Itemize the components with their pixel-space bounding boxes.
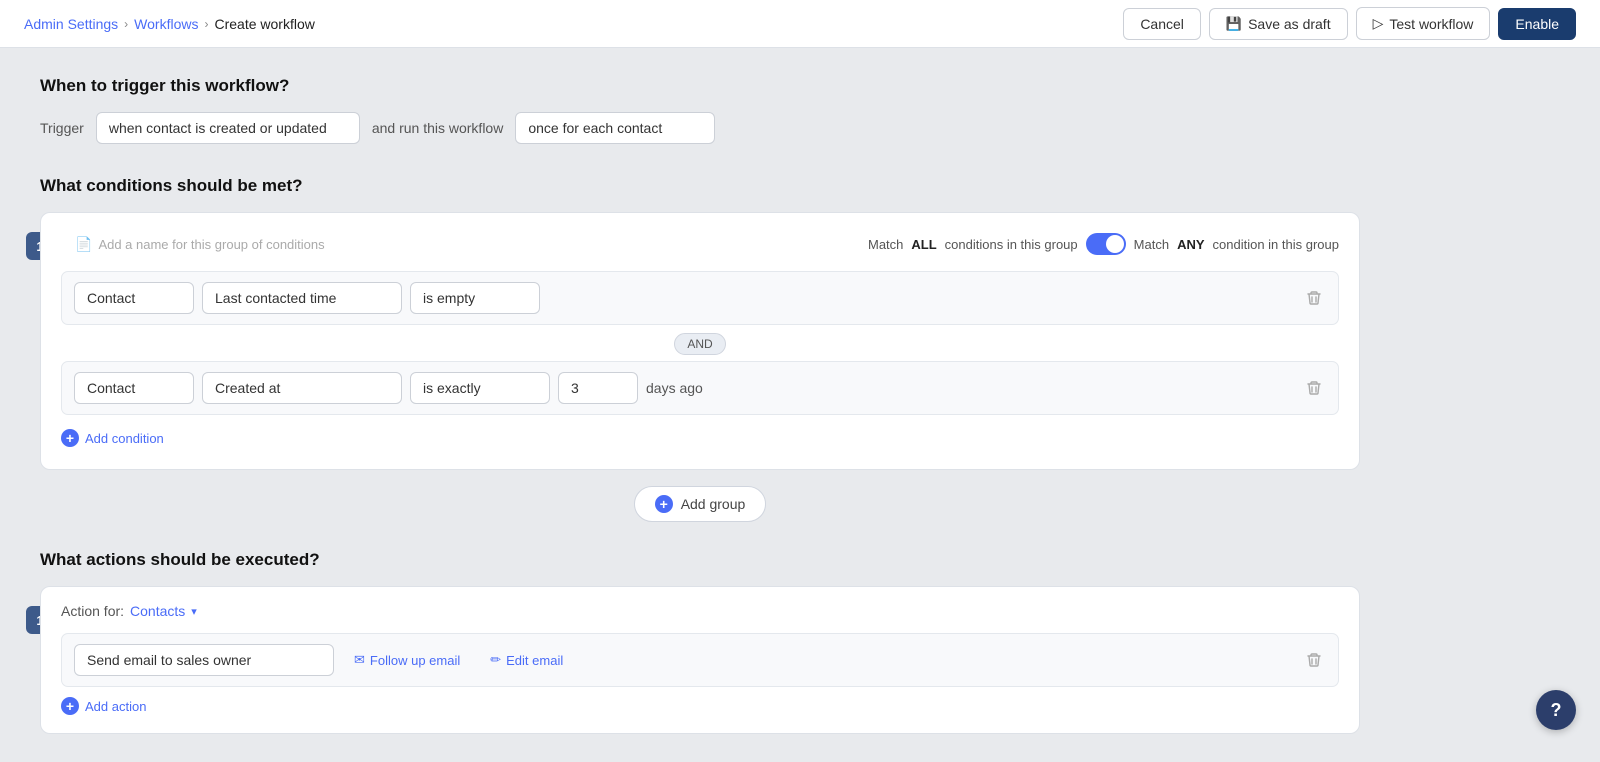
breadcrumb-current: Create workflow xyxy=(214,16,314,32)
group-name-placeholder-text: Add a name for this group of conditions xyxy=(98,237,324,252)
action-for-label: Action for: xyxy=(61,603,124,619)
condition-1-operator-wrap: is empty is not empty is exactly xyxy=(410,282,540,314)
add-condition-button[interactable]: + Add condition xyxy=(61,423,164,453)
edit-icon: ✏ xyxy=(490,652,501,668)
edit-email-button[interactable]: ✏ Edit email xyxy=(480,648,573,672)
add-action-plus-icon: + xyxy=(61,697,79,715)
trash-icon-action xyxy=(1306,652,1322,668)
condition-2-entity-wrap: Contact Company xyxy=(74,372,194,404)
condition-2-operator-select[interactable]: is exactly is empty xyxy=(410,372,550,404)
topbar: Admin Settings › Workflows › Create work… xyxy=(0,0,1600,48)
topbar-actions: Cancel 💾 Save as draft ▷ Test workflow E… xyxy=(1123,7,1576,40)
delete-action-1-button[interactable] xyxy=(1302,648,1326,672)
condition-1-operator-select[interactable]: is empty is not empty is exactly xyxy=(410,282,540,314)
action-select-wrap: Send email to sales owner Send email to … xyxy=(74,644,334,676)
match-all-suffix: conditions in this group xyxy=(945,237,1078,252)
add-group-label: Add group xyxy=(681,496,746,512)
conditions-section: What conditions should be met? 1 📄 Add a… xyxy=(40,176,1360,522)
condition-group-1: 📄 Add a name for this group of condition… xyxy=(40,212,1360,470)
actions-section-title: What actions should be executed? xyxy=(40,550,1360,570)
connector-text: and run this workflow xyxy=(372,120,504,136)
condition-group-wrapper: 1 📄 Add a name for this group of conditi… xyxy=(40,212,1360,470)
toggle-knob xyxy=(1106,235,1124,253)
add-group-button[interactable]: + Add group xyxy=(634,486,767,522)
add-group-plus-icon: + xyxy=(655,495,673,513)
match-any-bold: ANY xyxy=(1177,237,1204,252)
condition-1-field-wrap: Last contacted time Created at Email xyxy=(202,282,402,314)
condition-1-entity-wrap: Contact Company Deal xyxy=(74,282,194,314)
play-icon: ▷ xyxy=(1373,15,1384,32)
help-button[interactable]: ? xyxy=(1536,690,1576,730)
match-any-prefix: Match xyxy=(1134,237,1169,252)
action-for-chevron: ▾ xyxy=(191,605,197,618)
match-any-suffix: condition in this group xyxy=(1213,237,1339,252)
breadcrumb: Admin Settings › Workflows › Create work… xyxy=(24,16,315,32)
trigger-label: Trigger xyxy=(40,120,84,136)
condition-1-entity-select[interactable]: Contact Company Deal xyxy=(74,282,194,314)
action-for-value[interactable]: Contacts xyxy=(130,603,185,619)
trigger-section-title: When to trigger this workflow? xyxy=(40,76,1360,96)
match-toggle[interactable] xyxy=(1086,233,1126,255)
match-toggle-row: Match ALL conditions in this group Match… xyxy=(868,233,1339,255)
condition-2-entity-select[interactable]: Contact Company xyxy=(74,372,194,404)
breadcrumb-admin[interactable]: Admin Settings xyxy=(24,16,118,32)
main-content: When to trigger this workflow? Trigger w… xyxy=(0,48,1400,762)
group-name-area[interactable]: 📄 Add a name for this group of condition… xyxy=(75,236,325,253)
trigger-select-wrap: when contact is created or updated when … xyxy=(96,112,360,144)
delete-condition-2-button[interactable] xyxy=(1302,376,1326,400)
match-all-bold: ALL xyxy=(911,237,936,252)
condition-row-2: Contact Company Created at Last contacte… xyxy=(61,361,1339,415)
email-icon: ✉ xyxy=(354,652,365,668)
action-row-1: Send email to sales owner Send email to … xyxy=(61,633,1339,687)
add-condition-plus-icon: + xyxy=(61,429,79,447)
add-action-label: Add action xyxy=(85,699,146,714)
test-workflow-label: Test workflow xyxy=(1389,16,1473,32)
add-condition-label: Add condition xyxy=(85,431,164,446)
test-workflow-button[interactable]: ▷ Test workflow xyxy=(1356,7,1491,40)
trash-icon xyxy=(1306,290,1322,306)
add-group-wrap: + Add group xyxy=(40,486,1360,522)
save-draft-label: Save as draft xyxy=(1248,16,1331,32)
trash-icon-2 xyxy=(1306,380,1322,396)
conditions-section-title: What conditions should be met? xyxy=(40,176,1360,196)
trigger-select[interactable]: when contact is created or updated when … xyxy=(96,112,360,144)
trigger-row: Trigger when contact is created or updat… xyxy=(40,112,1360,144)
doc-icon: 📄 xyxy=(75,236,92,253)
and-pill: AND xyxy=(674,333,725,355)
breadcrumb-workflows[interactable]: Workflows xyxy=(134,16,198,32)
condition-row-1: Contact Company Deal Last contacted time… xyxy=(61,271,1339,325)
delete-condition-1-button[interactable] xyxy=(1302,286,1326,310)
follow-up-email-label: Follow up email xyxy=(370,653,460,668)
condition-1-field-select[interactable]: Last contacted time Created at Email xyxy=(202,282,402,314)
group-header: 📄 Add a name for this group of condition… xyxy=(61,233,1339,255)
help-label: ? xyxy=(1551,700,1562,721)
action-group-1: Action for: Contacts ▾ Send email to sal… xyxy=(40,586,1360,734)
action-header: Action for: Contacts ▾ xyxy=(61,603,1339,619)
edit-email-label: Edit email xyxy=(506,653,563,668)
match-all-prefix: Match xyxy=(868,237,903,252)
condition-2-operator-wrap: is exactly is empty xyxy=(410,372,550,404)
enable-button[interactable]: Enable xyxy=(1498,8,1576,40)
breadcrumb-sep-2: › xyxy=(204,17,208,31)
cancel-button[interactable]: Cancel xyxy=(1123,8,1201,40)
and-divider: AND xyxy=(61,333,1339,355)
add-action-button[interactable]: + Add action xyxy=(61,687,146,717)
follow-up-email-button[interactable]: ✉ Follow up email xyxy=(344,648,470,672)
action-group-wrapper: 1 Action for: Contacts ▾ Send email to s… xyxy=(40,586,1360,734)
days-value-input[interactable] xyxy=(558,372,638,404)
save-icon: 💾 xyxy=(1226,16,1242,32)
save-draft-button[interactable]: 💾 Save as draft xyxy=(1209,8,1348,40)
condition-2-field-select[interactable]: Created at Last contacted time xyxy=(202,372,402,404)
days-label: days ago xyxy=(646,380,703,396)
run-select-wrap: once for each contact every time once pe… xyxy=(515,112,715,144)
trigger-section: When to trigger this workflow? Trigger w… xyxy=(40,76,1360,144)
run-select[interactable]: once for each contact every time once pe… xyxy=(515,112,715,144)
actions-section: What actions should be executed? 1 Actio… xyxy=(40,550,1360,734)
action-type-select[interactable]: Send email to sales owner Send email to … xyxy=(74,644,334,676)
breadcrumb-sep-1: › xyxy=(124,17,128,31)
condition-2-field-wrap: Created at Last contacted time xyxy=(202,372,402,404)
